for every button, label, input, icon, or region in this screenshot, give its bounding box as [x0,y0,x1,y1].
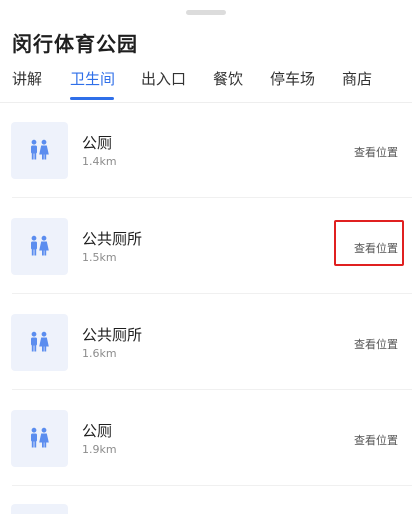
tab-shop[interactable]: 商店 [342,68,372,89]
facility-name: 公共厕所 [82,326,143,344]
facility-name: 公厕 [82,134,113,152]
facility-distance: 1.4km [82,155,117,168]
view-location-link[interactable]: 查看位置 [354,240,398,256]
list-item[interactable]: 公厕 1.9km 查看位置 [0,390,412,486]
restroom-thumbnail [11,122,68,179]
tab-guide[interactable]: 讲解 [12,68,42,89]
restroom-icon [31,139,49,160]
tab-parking[interactable]: 停车场 [270,68,315,89]
active-tab-indicator [70,97,114,100]
view-location-link[interactable]: 查看位置 [354,336,398,352]
facility-name: 公共厕所 [82,230,143,248]
facility-distance: 1.6km [82,347,117,360]
restroom-thumbnail [11,314,68,371]
view-location-link[interactable]: 查看位置 [354,144,398,160]
facility-distance: 1.5km [82,251,117,264]
list-item[interactable]: 公厕 1.4km 查看位置 [0,102,412,198]
restroom-icon [31,235,49,256]
restroom-thumbnail [11,218,68,275]
list-item[interactable]: 公共厕所 1.6km 查看位置 [0,294,412,390]
divider [12,485,412,486]
tab-restroom[interactable]: 卫生间 [70,68,115,89]
list-item[interactable]: 公共厕所 1.5km 查看位置 [0,198,412,294]
restroom-icon [31,427,49,448]
view-location-link[interactable]: 查看位置 [354,432,398,448]
tab-dining[interactable]: 餐饮 [213,68,243,89]
drag-handle[interactable] [186,10,226,15]
facility-name: 公厕 [82,422,113,440]
category-tabs: 讲解 卫生间 出入口 餐饮 停车场 商店 [0,66,412,103]
next-item-thumbnail [11,504,68,514]
page-title: 闵行体育公园 [12,32,138,56]
restroom-icon [31,331,49,352]
facility-distance: 1.9km [82,443,117,456]
restroom-thumbnail [11,410,68,467]
tab-entrance[interactable]: 出入口 [141,68,186,89]
